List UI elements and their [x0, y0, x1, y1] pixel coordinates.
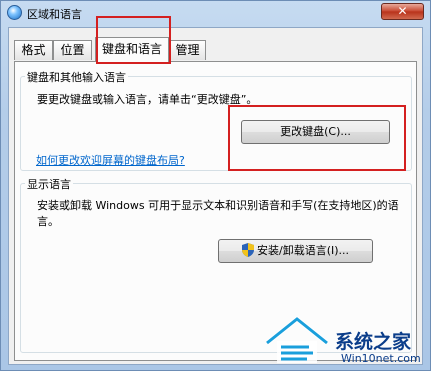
welcome-screen-keyboard-link[interactable]: 如何更改欢迎屏幕的键盘布局?	[36, 152, 185, 168]
display-language-group-title: 显示语言	[25, 176, 73, 192]
watermark-house-icon	[265, 315, 329, 363]
close-button[interactable]: ✕	[381, 3, 424, 20]
watermark-url: Win10net.com	[341, 352, 421, 365]
annotation-box-button	[228, 105, 406, 171]
install-uninstall-languages-button[interactable]: 安装/卸载语言(I)...	[218, 239, 373, 263]
uac-shield-icon	[241, 243, 254, 257]
keyboard-group-title: 键盘和其他输入语言	[25, 69, 128, 85]
display-language-description-line1: 安装或卸载 Windows 可用于显示文本和识别语音和手写(在支持地区)的语	[37, 199, 399, 212]
dialog-window: 区域和语言 ✕ 格式 位置 键盘和语言 管理 键盘和其他输入语言 要更改键盘或输…	[0, 0, 431, 371]
titlebar[interactable]: 区域和语言 ✕	[1, 1, 430, 25]
dialog-client-area: 格式 位置 键盘和语言 管理 键盘和其他输入语言 要更改键盘或输入语言，请单击“…	[8, 27, 423, 365]
tab-location[interactable]: 位置	[53, 40, 92, 60]
tab-format[interactable]: 格式	[14, 40, 53, 60]
window-title: 区域和语言	[27, 8, 82, 21]
display-language-description-line2: 言。	[37, 215, 59, 228]
globe-icon	[7, 5, 22, 20]
watermark-text: 系统之家	[335, 331, 412, 353]
keyboard-description: 要更改键盘或输入语言，请单击“更改键盘”。	[37, 93, 258, 106]
tab-administrative[interactable]: 管理	[169, 40, 206, 60]
install-uninstall-languages-label: 安装/卸载语言(I)...	[256, 244, 350, 257]
annotation-box-tab	[96, 16, 171, 64]
